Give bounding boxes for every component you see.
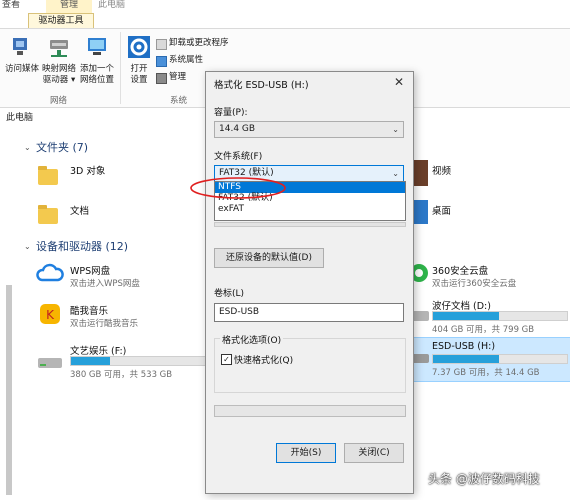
uninstall-program-button[interactable]: 卸载或更改程序 [156,38,236,50]
safe360-subtitle: 双击运行360安全云盘 [432,279,517,289]
format-dialog-title: 格式化 ESD-USB (H:) [214,80,309,91]
drive-f-usage-bar [70,356,206,366]
start-button[interactable]: 开始(S) [276,443,336,463]
dialog-close-button[interactable]: 关闭(C) [344,443,404,463]
quick-format-label[interactable]: 快速格式化(Q) [234,353,293,366]
kugou-music-name[interactable]: 酷我音乐 [70,303,108,317]
kugou-music-icon: K [40,304,60,324]
tab-view[interactable]: 查看 [2,0,20,11]
wps-cloud-icon [36,263,64,282]
tab-this-pc[interactable]: 此电脑 [98,0,125,11]
folder-videos[interactable]: 视频 [432,163,451,177]
capacity-label: 容量(P): [214,108,248,118]
folders-collapse-chevron-icon[interactable]: ⌄ [24,143,31,152]
hard-drive-f-icon [38,358,62,368]
folder-desktop[interactable]: 桌面 [432,203,451,217]
fs-option-exfat[interactable]: exFAT [215,204,405,215]
volume-label-input[interactable]: ESD-USB [214,303,404,322]
filesystem-label: 文件系统(F) [214,152,263,162]
add-network-location-button[interactable]: 添加一个 网络位置 [78,34,116,86]
manage-label: 管理 [169,72,187,82]
drive-f-name[interactable]: 文艺娱乐 (F:) [70,343,126,357]
add-network-location-icon [88,38,106,55]
open-settings-button[interactable]: 打开 设置 [124,34,154,86]
volume-label-label: 卷标(L) [214,289,245,299]
restore-defaults-button[interactable]: 还原设备的默认值(D) [214,248,324,268]
map-network-drive-label: 映射网络 驱动器 ▾ [41,64,76,85]
uninstall-program-label: 卸载或更改程序 [169,38,229,48]
drive-h-name[interactable]: ESD-USB (H:) [432,341,495,352]
nav-pane-scrollbar[interactable] [6,285,12,495]
svg-text:K: K [46,308,55,322]
gear-icon [128,36,150,58]
map-network-drive-icon [50,40,68,57]
format-progress-bar [214,405,406,417]
format-options-label: 格式化选项(O) [220,333,284,346]
uninstall-icon [156,39,167,50]
computer-manage-icon [156,73,167,84]
media-access-label: 访问媒体 [4,64,39,74]
folder-3d-objects[interactable]: 3D 对象 [70,163,105,177]
safe360-name[interactable]: 360安全云盘 [432,263,488,277]
ribbon-separator [120,32,121,104]
open-settings-label: 打开 设置 [130,64,148,85]
add-network-location-label: 添加一个 网络位置 [79,64,114,85]
tab-drive-tools[interactable]: 驱动器工具 [28,13,94,29]
drive-d-subtitle: 404 GB 可用，共 799 GB [432,325,535,335]
section-folders[interactable]: 文件夹 (7) [36,139,88,155]
folder-documents-icon [38,200,60,228]
quick-format-checkbox[interactable]: ✓ [221,354,232,365]
devices-collapse-chevron-icon[interactable]: ⌄ [24,242,31,251]
folder-documents[interactable]: 文档 [70,203,89,217]
group-network-label: 网络 [50,96,68,106]
alloc-unit-select-edge[interactable] [214,222,406,227]
capacity-select[interactable]: 14.4 GB ⌄ [214,121,404,138]
map-network-drive-button[interactable]: 映射网络 驱动器 ▾ [40,34,78,86]
section-devices[interactable]: 设备和驱动器 (12) [36,238,128,254]
drive-h-subtitle: 7.37 GB 可用，共 14.4 GB [432,368,540,378]
system-properties-label: 系统属性 [169,55,204,65]
drive-d-usage-bar [432,311,568,321]
chevron-down-icon: ⌄ [392,125,399,134]
drive-f-subtitle: 380 GB 可用，共 533 GB [70,370,173,380]
capacity-value: 14.4 GB [219,124,256,134]
system-properties-icon [156,56,167,67]
dialog-close-icon[interactable]: ✕ [394,75,404,89]
red-annotation-circle [190,177,286,199]
folder-3d-objects-icon [38,161,60,189]
drive-d-name[interactable]: 波仔文档 (D:) [432,298,491,312]
media-access-icon [13,38,27,55]
kugou-music-subtitle: 双击运行酷我音乐 [70,319,139,329]
watermark-text: 头条 @波仔数码科技 [428,472,540,486]
tab-manage[interactable]: 管理 [46,0,92,14]
drive-h-usage-bar [432,354,568,364]
wps-drive-name[interactable]: WPS网盘 [70,263,110,277]
wps-drive-subtitle: 双击进入WPS网盘 [70,279,140,289]
chevron-down-icon: ⌄ [392,169,399,178]
group-system-label: 系统 [170,96,188,106]
system-properties-button[interactable]: 系统属性 [156,55,236,67]
media-access-button[interactable]: 访问媒体 [4,34,40,75]
